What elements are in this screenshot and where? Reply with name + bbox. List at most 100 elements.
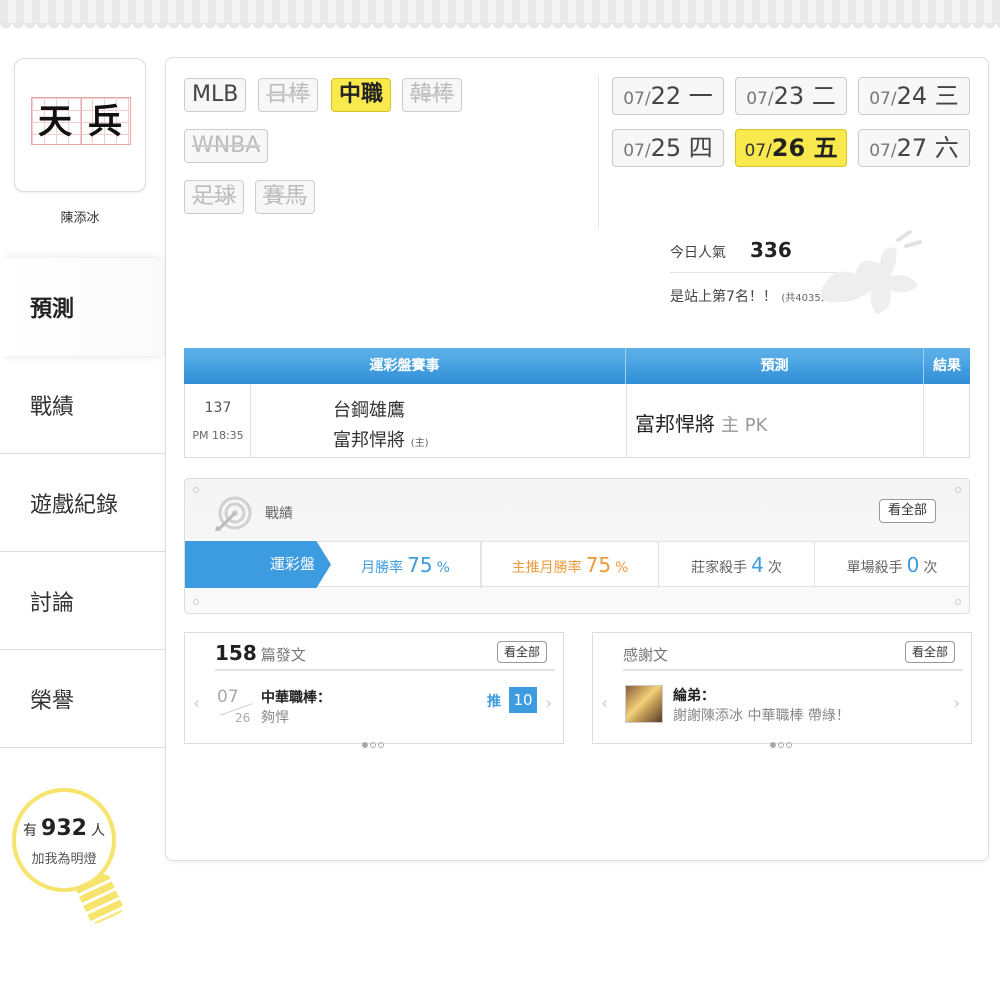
sidebar-item-discussion[interactable]: 討論	[0, 552, 165, 650]
stat-unit: 次	[767, 560, 782, 576]
stat-value: 75	[407, 553, 433, 577]
fans-prefix: 有	[23, 823, 38, 839]
posts-prev-arrow-icon[interactable]: ‹	[193, 693, 200, 714]
pager-dot-active[interactable]	[362, 742, 368, 748]
stat-unit: %	[615, 560, 629, 576]
mascot-icon	[820, 230, 922, 314]
user-name: 陳添冰	[60, 211, 100, 226]
date-weekday: 六	[934, 134, 959, 162]
sidebar-item-record[interactable]: 戰績	[0, 356, 165, 454]
prediction-extra: 主 PK	[721, 415, 768, 436]
record-tab-lottery[interactable]: 運彩盤	[185, 541, 331, 588]
push-label: 推	[487, 694, 501, 710]
post-snippet[interactable]: 夠悍	[261, 707, 289, 727]
post-category[interactable]: 中華職棒：	[261, 687, 331, 707]
post-unit: 篇發文	[260, 646, 306, 664]
sidebar-item-label: 遊戲紀錄	[30, 492, 119, 518]
stat-value: 0	[906, 553, 920, 577]
posts-pager[interactable]	[361, 733, 401, 748]
header-divider	[598, 76, 599, 228]
thanks-see-all-button[interactable]: 看全部	[905, 641, 956, 663]
fans-count: 有 932 人	[16, 816, 112, 841]
date-weekday: 二	[811, 82, 836, 110]
avatar-calligraphy: 天 兵	[31, 97, 131, 145]
game-number: 137	[204, 400, 232, 416]
thanks-panel: 感謝文 看全部 ‹ › 綸弟： 謝謝陳添冰 中華職棒 帶綠！	[592, 632, 972, 748]
post-count: 158	[215, 641, 257, 665]
pager-dot[interactable]	[786, 742, 792, 748]
date-day: 26	[771, 134, 806, 162]
prediction-table-header: 運彩盤賽事 預測 結果	[184, 348, 970, 384]
thanks-message[interactable]: 謝謝陳添冰 中華職棒 帶綠！	[673, 705, 850, 725]
date-button-0726[interactable]: 07/26 五	[735, 129, 847, 167]
home-team-name: 富邦悍將	[333, 430, 405, 451]
thanks-next-arrow-icon[interactable]: ›	[953, 693, 960, 714]
date-month: 07/	[623, 89, 651, 109]
thanks-title: 感謝文	[623, 646, 669, 664]
date-month: 07/	[744, 141, 772, 161]
league-tab-wnba[interactable]: WNBA	[184, 129, 269, 163]
game-time: PM 18:35	[192, 429, 244, 442]
league-tab-npb[interactable]: 日棒	[258, 78, 319, 112]
record-box: 戰績 看全部 運彩盤 月勝率 75% 主推月勝率 75% 莊家殺手 4 次 單場殺手 0 次	[184, 478, 970, 614]
date-month: 07/	[869, 141, 897, 161]
date-button-0724[interactable]: 07/24 三	[858, 77, 970, 115]
avatar-char-2: 兵	[88, 102, 122, 142]
rank-main: 是站上第7名！！	[670, 289, 777, 305]
date-day: 27	[896, 134, 928, 162]
sidebar-item-label: 討論	[30, 590, 75, 616]
popularity-value: 336	[750, 238, 792, 262]
posts-next-arrow-icon[interactable]: ›	[545, 693, 552, 714]
avatar[interactable]: 天 兵	[14, 58, 146, 192]
date-weekday: 五	[813, 134, 838, 162]
prediction-value: 富邦悍將主 PK	[635, 408, 767, 437]
sidebar-item-honors[interactable]: 榮譽	[0, 650, 165, 748]
date-day: 25	[650, 134, 682, 162]
record-see-all-button[interactable]: 看全部	[879, 499, 937, 523]
header-result: 結果	[923, 348, 970, 384]
stat-unit: %	[436, 560, 450, 576]
thanks-author-avatar[interactable]	[625, 685, 663, 723]
date-button-0723[interactable]: 07/23 二	[735, 77, 847, 115]
corner-dot	[193, 487, 199, 493]
date-button-0727[interactable]: 07/27 六	[858, 129, 970, 167]
league-tab-cpbl[interactable]: 中職	[331, 78, 392, 112]
header-event: 運彩盤賽事	[369, 358, 440, 374]
date-button-0722[interactable]: 07/22 一	[612, 77, 724, 115]
fans-caption: 加我為明燈	[31, 852, 97, 867]
stat-value: 4	[751, 553, 764, 577]
date-button-0725[interactable]: 07/25 四	[612, 129, 724, 167]
thanks-prev-arrow-icon[interactable]: ‹	[601, 693, 608, 714]
league-tab-soccer[interactable]: 足球	[184, 180, 245, 214]
date-month: 07/	[746, 89, 774, 109]
pager-dot[interactable]	[378, 742, 384, 748]
posts-see-all-button[interactable]: 看全部	[497, 641, 548, 663]
thanks-author[interactable]: 綸弟：	[673, 685, 715, 705]
league-tab-horse-racing[interactable]: 賽馬	[255, 180, 316, 214]
league-tab-kbo[interactable]: 韓棒	[402, 78, 463, 112]
stat-main-pick-winrate: 主推月勝率 75%	[481, 542, 659, 588]
pager-dot-active[interactable]	[770, 742, 776, 748]
thanks-pager[interactable]	[769, 733, 809, 748]
home-team: 富邦悍將 (主)	[333, 426, 429, 452]
post-date: 07 26	[215, 687, 255, 727]
stat-month-winrate: 月勝率 75%	[331, 542, 481, 588]
prediction-cell: 富邦悍將主 PK	[626, 384, 924, 457]
date-weekday: 一	[688, 82, 713, 110]
stat-unit: 次	[923, 560, 938, 576]
sidebar-item-label: 榮譽	[30, 688, 75, 714]
corner-dot	[955, 599, 961, 605]
table-row[interactable]: 137 PM 18:35 台鋼雄鷹 富邦悍將 (主) 富邦悍將主 PK	[184, 384, 970, 458]
stat-bookmaker-killer: 莊家殺手 4 次	[659, 542, 815, 588]
pager-dot[interactable]	[778, 742, 784, 748]
league-tab-mlb[interactable]: MLB	[184, 78, 247, 112]
prediction-team: 富邦悍將	[635, 412, 715, 436]
pager-dot[interactable]	[370, 742, 376, 748]
sidebar-menu: 預測 戰績 遊戲紀錄 討論 榮譽	[0, 258, 165, 748]
date-day: 23	[773, 82, 805, 110]
sidebar-item-predict[interactable]: 預測	[0, 258, 165, 356]
date-weekday: 三	[934, 82, 959, 110]
stat-single-game-killer: 單場殺手 0 次	[815, 542, 969, 588]
header-prediction: 預測	[625, 348, 923, 384]
sidebar-item-game-history[interactable]: 遊戲紀錄	[0, 454, 165, 552]
